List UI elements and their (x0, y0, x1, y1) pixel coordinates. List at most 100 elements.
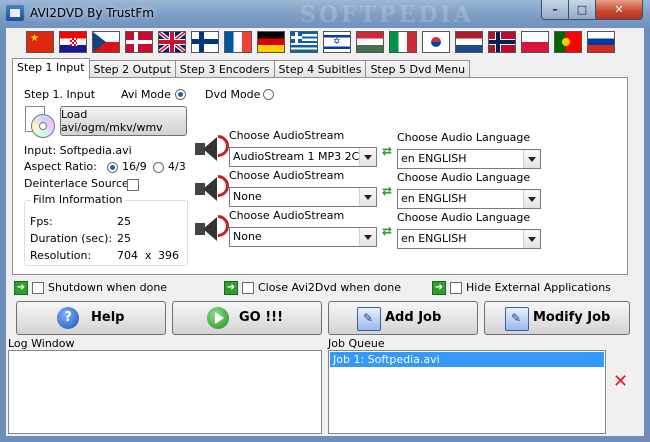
audio-language-3-label: Choose Audio Language (397, 211, 531, 224)
go-button[interactable]: GO !!! (172, 301, 322, 335)
flag-russia-icon[interactable] (587, 31, 615, 53)
resolution-height: 396 (158, 249, 179, 262)
flag-germany-icon[interactable] (257, 31, 285, 53)
swap-arrows-icon: ⇄ (382, 144, 393, 158)
minimize-button[interactable]: – (541, 0, 569, 20)
speaker-icon (193, 170, 234, 205)
audiostream-2-value: None (233, 190, 262, 203)
resolution-x: x (145, 249, 152, 262)
audiostream-1-select[interactable]: AudioStream 1 MP3 2CH (229, 147, 377, 167)
tab-step1-input[interactable]: Step 1 Input (12, 58, 90, 79)
flag-netherlands-icon[interactable] (455, 31, 483, 53)
flag-france-icon[interactable] (224, 31, 252, 53)
audio-language-3-select[interactable]: en ENGLISH (397, 229, 541, 249)
aspect-ratio-label: Aspect Ratio: (24, 160, 97, 173)
audiostream-2-label: Choose AudioStream (229, 169, 345, 182)
close-app-checkbox[interactable] (242, 282, 254, 294)
list-item[interactable]: Job 1: Softpedia.avi (330, 352, 604, 367)
input-file-label: Input: Softpedia.avi (24, 144, 132, 157)
load-video-button[interactable]: Load avi/ogm/mkv/wmv (60, 106, 187, 136)
flag-portugal-icon[interactable] (554, 31, 582, 53)
flag-korea-icon[interactable] (422, 31, 450, 53)
help-button-label: Help (91, 310, 125, 325)
add-job-button[interactable]: ✎ Add Job (328, 301, 478, 335)
duration-value: 25 (117, 232, 131, 245)
window-title: AVI2DVD By TrustFm (30, 6, 154, 20)
chevron-down-icon (523, 230, 540, 248)
audio-language-3-value: en ENGLISH (401, 232, 467, 245)
tab-step4-subtitles[interactable]: Step 4 Subitles (273, 60, 367, 78)
title-bar: AVI2DVD By TrustFm SOFTPEDIA – □ ✕ (0, 0, 650, 28)
modify-job-button-label: Modify Job (533, 310, 611, 325)
aspect-43-radio[interactable] (153, 162, 164, 173)
modify-job-button[interactable]: ✎ Modify Job (484, 301, 630, 335)
audiostream-1-value: AudioStream 1 MP3 2CH (233, 150, 368, 163)
aspect-169-radio[interactable] (107, 162, 118, 173)
log-window-label: Log Window (8, 337, 75, 350)
speaker-icon (193, 130, 234, 165)
remove-job-icon[interactable]: ✕ (613, 371, 628, 392)
flag-greece-icon[interactable] (290, 31, 318, 53)
add-job-icon: ✎ (357, 307, 381, 331)
tab-step2-output[interactable]: Step 2 Output (88, 60, 176, 78)
flag-hungary-icon[interactable] (356, 31, 384, 53)
flag-finland-icon[interactable] (191, 31, 219, 53)
chevron-down-icon (359, 188, 376, 206)
film-info-title: Film Information (31, 193, 125, 206)
hide-external-label: Hide External Applications (466, 281, 611, 294)
flag-china-icon[interactable]: ★ (26, 31, 54, 53)
deinterlace-checkbox[interactable] (127, 179, 139, 191)
close-button[interactable]: ✕ (595, 0, 643, 20)
step-tabs: Step 1 Input Step 2 Output Step 3 Encode… (12, 58, 471, 79)
fps-value: 25 (117, 215, 131, 228)
shutdown-checkbox[interactable] (32, 282, 44, 294)
aspect-169-label: 16/9 (122, 160, 147, 173)
help-button[interactable]: ? Help (16, 301, 166, 335)
play-icon (207, 307, 229, 329)
dvd-mode-label: Dvd Mode (205, 88, 261, 101)
audio-language-1-select[interactable]: en ENGLISH (397, 149, 541, 169)
flag-poland-icon[interactable] (521, 31, 549, 53)
job-queue-list[interactable]: Job 1: Softpedia.avi (328, 350, 606, 434)
fps-label: Fps: (30, 215, 53, 228)
resolution-width: 704 (117, 249, 138, 262)
tab-step5-dvd-menu[interactable]: Step 5 Dvd Menu (365, 60, 471, 78)
audio-language-2-select[interactable]: en ENGLISH (397, 189, 541, 209)
film-info-group: Film Information Fps: 25 Duration (sec):… (24, 193, 188, 266)
chevron-down-icon (359, 228, 376, 246)
audio-language-1-label: Choose Audio Language (397, 131, 531, 144)
audiostream-2-select[interactable]: None (229, 187, 377, 207)
hide-external-checkbox[interactable] (450, 282, 462, 294)
resolution-label: Resolution: (30, 249, 92, 262)
arrow-right-icon: ➜ (224, 281, 238, 295)
go-button-label: GO !!! (239, 310, 284, 325)
help-icon: ? (57, 307, 79, 329)
flag-italy-icon[interactable] (389, 31, 417, 53)
audio-language-2-value: en ENGLISH (401, 192, 467, 205)
flag-norway-icon[interactable] (488, 31, 516, 53)
dvd-mode-radio[interactable] (263, 89, 274, 100)
avi-mode-radio[interactable] (175, 89, 186, 100)
close-app-label: Close Avi2Dvd when done (258, 281, 402, 294)
chevron-down-icon (359, 148, 376, 166)
avi-mode-label: Avi Mode (121, 88, 171, 101)
audiostream-3-select[interactable]: None (229, 227, 377, 247)
tab-step3-encoders[interactable]: Step 3 Encoders (174, 60, 275, 78)
maximize-button[interactable]: □ (568, 0, 596, 20)
flag-israel-icon[interactable]: ✡ (323, 31, 351, 53)
audiostream-3-value: None (233, 230, 262, 243)
watermark-logo: SOFTPEDIA (300, 2, 474, 28)
log-window-textarea[interactable] (8, 350, 322, 434)
step1-panel: Step 1. Input Avi Mode Dvd Mode Load avi… (12, 77, 628, 275)
step1-section-label: Step 1. Input (24, 88, 96, 101)
add-job-button-label: Add Job (385, 310, 442, 325)
app-window: AVI2DVD By TrustFm SOFTPEDIA – □ ✕ ★ ✡ S… (0, 0, 650, 442)
flag-uk-icon[interactable] (158, 31, 186, 53)
flag-denmark-icon[interactable] (125, 31, 153, 53)
client-area: ★ ✡ Step 1 Input Step 2 Output Step 3 En… (6, 28, 644, 436)
flag-czech-icon[interactable] (92, 31, 120, 53)
disc-icon (25, 106, 55, 138)
chevron-down-icon (523, 150, 540, 168)
app-icon (6, 5, 24, 21)
flag-croatia-icon[interactable] (59, 31, 87, 53)
